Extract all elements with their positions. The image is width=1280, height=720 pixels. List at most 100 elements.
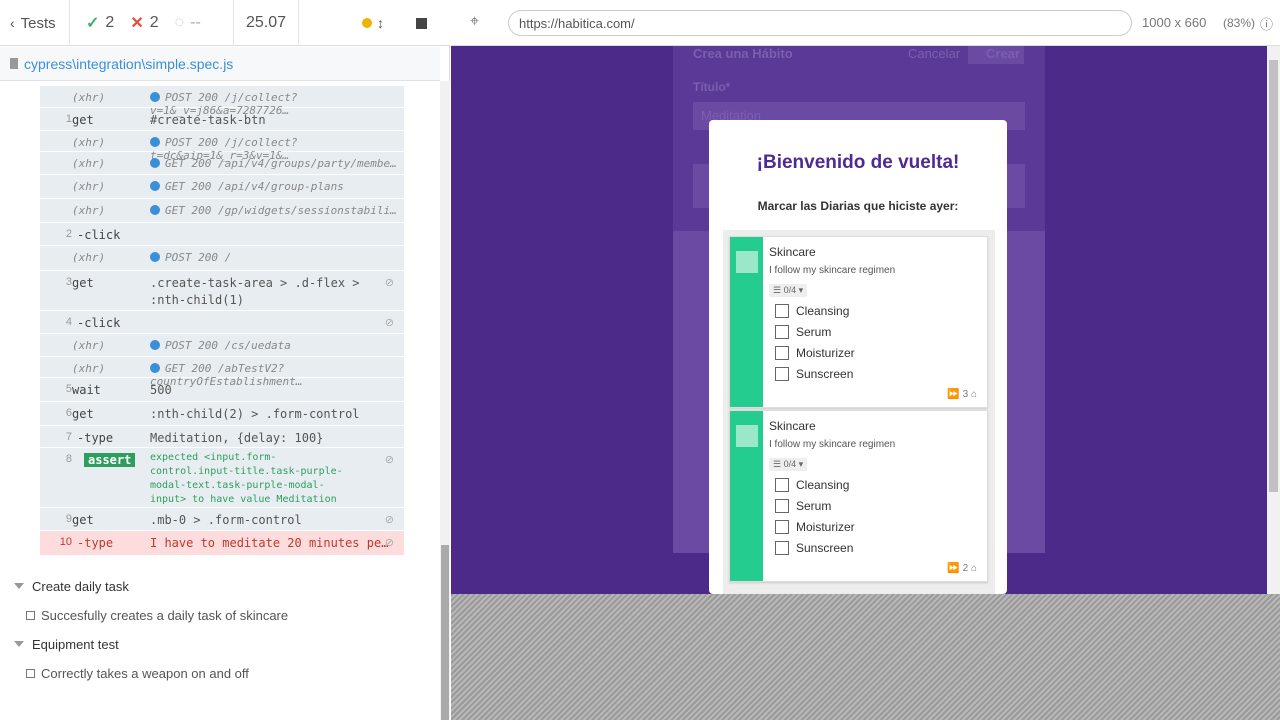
test-status-icon bbox=[26, 669, 35, 678]
spec-file-name: cypress\integration\simple.spec.js bbox=[24, 55, 234, 72]
command-name: -click bbox=[77, 228, 121, 242]
command-name: -type bbox=[77, 536, 114, 550]
command-row[interactable]: 5 wait 500 bbox=[40, 378, 404, 402]
checklist-item-label: Cleansing bbox=[796, 478, 850, 492]
checklist-item-checkbox[interactable] bbox=[775, 325, 789, 339]
task-notes: I follow my skincare regimen bbox=[769, 265, 896, 276]
checklist-item-checkbox[interactable] bbox=[775, 346, 789, 360]
pending-icon: ◌ bbox=[174, 14, 185, 31]
checklist-item-checkbox[interactable] bbox=[775, 520, 789, 534]
checklist-item-checkbox[interactable] bbox=[775, 367, 789, 381]
viewport-scrollbar-thumb[interactable] bbox=[1269, 60, 1278, 492]
checklist-count: 0/4 bbox=[783, 459, 797, 469]
xhr-status-dot bbox=[150, 363, 160, 373]
command-name: (xhr) bbox=[72, 91, 106, 104]
viewport-background bbox=[451, 594, 1280, 720]
checklist-item-label: Sunscreen bbox=[796, 367, 854, 381]
command-row[interactable]: 3 get .create-task-area > .d-flex >:nth-ch… bbox=[40, 271, 404, 311]
command-row[interactable]: (xhr) GET 200 /api/v4/group-plans bbox=[40, 175, 404, 199]
checklist-item[interactable]: Serum bbox=[775, 499, 831, 513]
test-item[interactable]: Succesfully creates a daily task of skin… bbox=[26, 608, 288, 623]
xhr-status-dot bbox=[150, 92, 160, 102]
command-row[interactable]: 2 -click bbox=[40, 223, 404, 246]
command-number: 9 bbox=[65, 513, 72, 525]
info-icon[interactable]: ⓘ bbox=[1260, 14, 1273, 33]
passed-count: 2 bbox=[105, 14, 115, 31]
command-name: -click bbox=[77, 316, 121, 330]
checklist-item[interactable]: Serum bbox=[775, 325, 831, 339]
reporter-panel: ‹ Tests ✓ 2 ✕ 2 ◌ -- 25.07 ↕ cypress\int… bbox=[0, 0, 450, 720]
command-row[interactable]: 9 get .mb-0 > .form-control ⊘ bbox=[40, 508, 404, 531]
failed-count: 2 bbox=[149, 14, 159, 31]
suite-title[interactable]: Create daily task bbox=[14, 579, 129, 594]
checklist-item[interactable]: Sunscreen bbox=[775, 541, 853, 555]
checklist-item-label: Moisturizer bbox=[796, 346, 855, 360]
chevron-left-icon: ‹ bbox=[10, 15, 15, 31]
bg-field-label: Título* bbox=[693, 80, 731, 94]
checklist-item[interactable]: Cleansing bbox=[775, 478, 849, 492]
spec-file-bar[interactable]: cypress\integration\simple.spec.js bbox=[0, 47, 440, 81]
command-row[interactable]: (xhr) POST 200 /j/collect?t=dc&aip=1&_r=3… bbox=[40, 131, 404, 162]
test-item[interactable]: Correctly takes a weapon on and off bbox=[26, 666, 249, 681]
reporter-scrollbar-thumb[interactable] bbox=[441, 545, 449, 720]
checklist-icon: ☰ bbox=[773, 285, 784, 295]
tests-button[interactable]: ‹ Tests bbox=[0, 0, 70, 46]
hidden-eye-icon: ⊘ bbox=[384, 537, 394, 549]
command-name: assert bbox=[84, 453, 136, 467]
command-row[interactable]: (xhr) GET 200 /abTestV2?countryOfEstablis… bbox=[40, 357, 404, 388]
command-name: (xhr) bbox=[72, 362, 106, 375]
suite-title[interactable]: Equipment test bbox=[14, 637, 119, 652]
checklist-item-checkbox[interactable] bbox=[775, 541, 789, 555]
hidden-eye-icon: ⊘ bbox=[384, 514, 394, 526]
daily-task-card: Skincare I follow my skincare regimen ☰ 0/… bbox=[729, 236, 988, 408]
checklist-item-label: Serum bbox=[796, 325, 832, 339]
test-status-icon bbox=[26, 611, 35, 620]
command-row[interactable]: 7 -type Meditation, {delay: 100} bbox=[40, 426, 404, 448]
checklist-item-checkbox[interactable] bbox=[775, 478, 789, 492]
scroll-toggle-icon[interactable]: ↕ bbox=[377, 15, 384, 31]
tests-label: Tests bbox=[20, 14, 56, 32]
checklist-item[interactable]: Moisturizer bbox=[775, 520, 855, 534]
url-input[interactable]: https://habitica.com/ bbox=[508, 10, 1132, 36]
file-icon bbox=[10, 58, 18, 69]
command-message: expected <input.form-control.input-title… bbox=[150, 451, 345, 507]
command-number: 10 bbox=[59, 536, 72, 548]
checklist-item-checkbox[interactable] bbox=[775, 499, 789, 513]
viewport-scrollbar[interactable] bbox=[1267, 46, 1280, 594]
command-name: (xhr) bbox=[72, 339, 106, 352]
command-name: get bbox=[72, 276, 94, 290]
checklist-item[interactable]: Sunscreen bbox=[775, 367, 853, 381]
task-name: Skincare bbox=[769, 419, 816, 433]
checklist-item[interactable]: Moisturizer bbox=[775, 346, 855, 360]
task-checkbox[interactable] bbox=[736, 251, 758, 273]
command-message: GET 200 /api/v4/group-plans bbox=[150, 180, 344, 193]
checklist-item-label: Cleansing bbox=[796, 304, 850, 318]
selector-playground-icon[interactable]: ⌖ bbox=[470, 13, 479, 31]
command-number: 7 bbox=[65, 431, 72, 443]
checklist-item-label: Moisturizer bbox=[796, 520, 855, 534]
checklist-badge[interactable]: ☰ 0/4 ▾ bbox=[769, 284, 808, 297]
task-checkbox[interactable] bbox=[736, 425, 758, 447]
task-name: Skincare bbox=[769, 245, 816, 259]
command-row[interactable]: (xhr) GET 200 /gp/widgets/sessionstabili… bbox=[40, 199, 404, 223]
command-row[interactable]: 8 assert expected <input.form-control.inpu… bbox=[40, 448, 404, 508]
xhr-status-dot bbox=[150, 252, 160, 262]
command-name: (xhr) bbox=[72, 204, 106, 217]
command-row[interactable]: (xhr) POST 200 / bbox=[40, 246, 404, 271]
collapse-arrow-icon bbox=[14, 641, 24, 647]
xhr-status-dot bbox=[150, 340, 160, 350]
command-row[interactable]: 6 get:nth-child(2) > .form-control bbox=[40, 402, 404, 426]
stop-icon[interactable] bbox=[416, 17, 427, 29]
checklist-item[interactable]: Cleansing bbox=[775, 304, 849, 318]
command-row[interactable]: 4 -click ⊘ bbox=[40, 311, 404, 334]
checklist-badge[interactable]: ☰ 0/4 ▾ bbox=[769, 458, 808, 471]
command-row[interactable]: (xhr) POST 200 /j/collect?v=1&_v=j86&a=72… bbox=[40, 86, 404, 117]
modal-subtitle: Marcar las Diarias que hiciste ayer: bbox=[757, 199, 959, 213]
checklist-item-checkbox[interactable] bbox=[775, 304, 789, 318]
command-row[interactable]: (xhr) GET 200 /api/v4/groups/party/membe… bbox=[40, 152, 404, 175]
chevron-down-icon: ▾ bbox=[796, 285, 804, 295]
command-row[interactable]: 1 get #create-task-btn bbox=[40, 108, 404, 131]
tag-icon: ⌂ bbox=[968, 389, 977, 400]
command-row[interactable]: 10 -type I have to meditate 20 minutes pe…… bbox=[40, 531, 404, 556]
command-row[interactable]: (xhr) POST 200 /cs/uedata bbox=[40, 334, 404, 357]
